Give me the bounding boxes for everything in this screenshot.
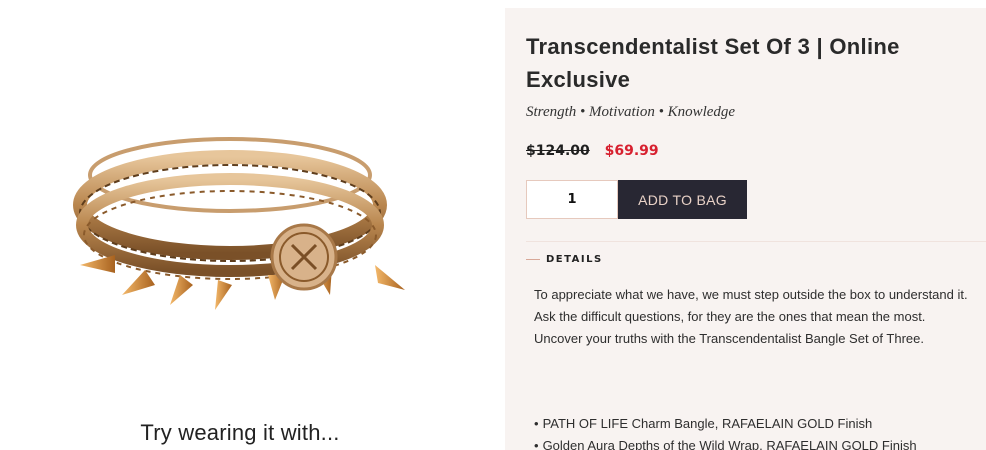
list-item: Golden Aura Depths of the Wild Wrap, RAF… bbox=[534, 435, 974, 450]
recommend-heading: Try wearing it with... bbox=[140, 420, 340, 445]
list-item: PATH OF LIFE Charm Bangle, RAFAELAIN GOL… bbox=[534, 413, 974, 435]
details-toggle[interactable]: DETAILS bbox=[526, 254, 603, 265]
quantity-input[interactable] bbox=[526, 180, 618, 219]
original-price: $124.00 bbox=[526, 143, 590, 159]
price-row: $124.00 $69.99 bbox=[526, 143, 659, 159]
details-label: DETAILS bbox=[546, 254, 603, 265]
product-title: Transcendentalist Set Of 3 | Online Excl… bbox=[526, 34, 900, 92]
add-to-bag-button[interactable]: ADD TO BAG bbox=[618, 180, 747, 219]
product-tagline: Strength • Motivation • Knowledge bbox=[526, 104, 736, 120]
product-image[interactable] bbox=[60, 95, 420, 325]
collapse-dash-icon bbox=[526, 259, 540, 260]
section-divider bbox=[526, 241, 986, 242]
product-description: To appreciate what we have, we must step… bbox=[534, 287, 968, 346]
feature-list: PATH OF LIFE Charm Bangle, RAFAELAIN GOL… bbox=[534, 413, 974, 450]
product-gallery: Try wearing it with... bbox=[0, 0, 505, 450]
sale-price: $69.99 bbox=[604, 143, 659, 159]
product-info-panel: Transcendentalist Set Of 3 | Online Excl… bbox=[505, 8, 986, 450]
